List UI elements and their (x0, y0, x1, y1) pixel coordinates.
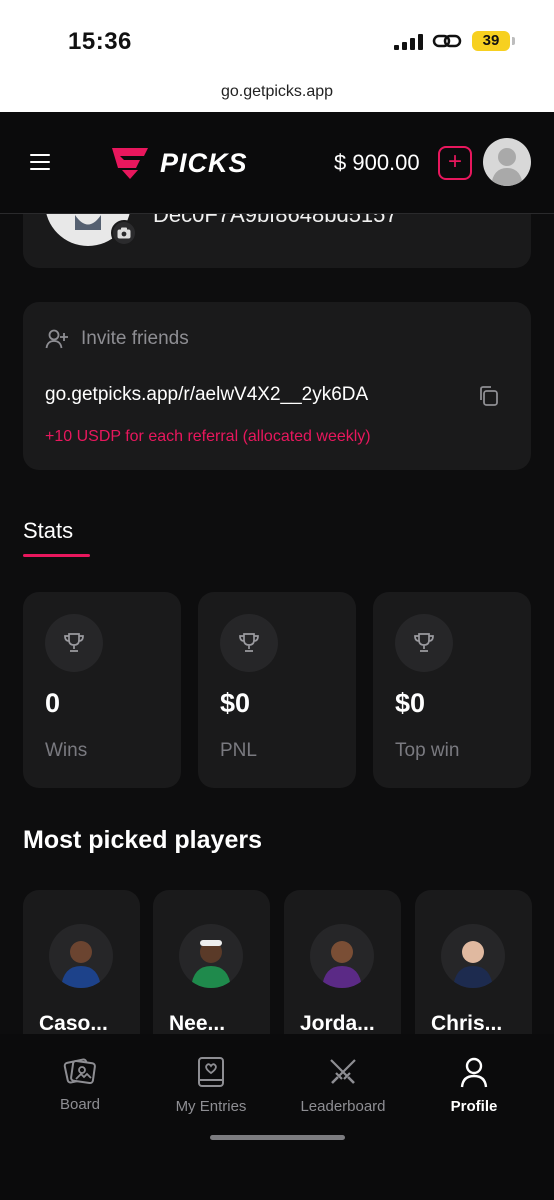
bottom-nav: Board My Entries Leaderboard Profile (0, 1034, 554, 1200)
stat-value: $0 (220, 688, 251, 718)
nav-leaderboard[interactable]: Leaderboard (283, 1056, 403, 1115)
trophy-icon (45, 614, 103, 672)
balance-amount: $ 900.00 (334, 150, 420, 175)
home-indicator (210, 1135, 345, 1140)
trophy-icon (395, 614, 453, 672)
nav-board[interactable]: Board (20, 1056, 140, 1113)
logo-mark-icon (112, 148, 148, 179)
link-icon (432, 34, 462, 48)
nav-profile-label: Profile (450, 1098, 498, 1115)
player-card[interactable]: Caso... (23, 890, 140, 1050)
player-name: Chris... (431, 1012, 503, 1035)
invite-title: Invite friends (81, 328, 189, 349)
invite-header: Invite friends (45, 328, 189, 350)
nav-my-entries[interactable]: My Entries (151, 1056, 271, 1115)
player-photo (441, 924, 505, 988)
stat-value: $0 (395, 688, 426, 718)
player-photo (179, 924, 243, 988)
add-funds-button[interactable]: + (438, 146, 472, 180)
player-card[interactable]: Chris... (415, 890, 532, 1050)
logo-text: PICKS (160, 147, 248, 178)
player-photo (310, 924, 374, 988)
player-name: Jorda... (300, 1012, 375, 1035)
nav-board-label: Board (59, 1096, 101, 1113)
stat-label: Wins (45, 740, 88, 761)
tab-stats-indicator (23, 554, 90, 557)
stat-card-top-win: $0 Top win (373, 592, 531, 788)
app-header: PICKS $ 900.00 + (0, 112, 554, 214)
player-card[interactable]: Jorda... (284, 890, 401, 1050)
battery-icon: 39 (472, 31, 515, 51)
add-user-icon (45, 329, 68, 349)
status-bar: 15:36 39 (0, 0, 554, 78)
swords-icon (330, 1059, 356, 1084)
stat-value: 0 (45, 688, 61, 718)
player-card[interactable]: Nee... (153, 890, 270, 1050)
nav-my-entries-label: My Entries (175, 1098, 247, 1115)
signal-icon (394, 34, 423, 50)
stat-label: Top win (395, 740, 460, 761)
cards-icon (63, 1058, 96, 1085)
player-photo (49, 924, 113, 988)
referral-link[interactable]: go.getpicks.app/r/aelwV4X2__2yk6DA (45, 384, 368, 406)
player-name: Nee... (169, 1012, 226, 1035)
camera-icon[interactable] (111, 220, 137, 246)
nav-leaderboard-label: Leaderboard (300, 1098, 386, 1115)
referral-note: +10 USDP for each referral (allocated we… (45, 428, 371, 445)
tab-stats[interactable]: Stats (23, 518, 73, 544)
person-icon (460, 1057, 488, 1088)
copy-icon[interactable] (477, 384, 501, 408)
status-time: 15:36 (68, 28, 132, 55)
user-silhouette-icon (491, 148, 523, 186)
url-bar[interactable]: go.getpicks.app (0, 78, 554, 112)
trophy-icon (220, 614, 278, 672)
nav-profile[interactable]: Profile (414, 1056, 534, 1115)
most-picked-title: Most picked players (23, 826, 262, 854)
stat-label: PNL (220, 740, 257, 761)
entries-icon (198, 1057, 224, 1087)
picks-logo[interactable]: PICKS (110, 146, 248, 180)
menu-icon[interactable] (30, 154, 50, 170)
player-name: Caso... (39, 1012, 108, 1035)
stat-card-pnl: $0 PNL (198, 592, 356, 788)
header-avatar[interactable] (483, 138, 531, 186)
stat-card-wins: 0 Wins (23, 592, 181, 788)
invite-card: Invite friends go.getpicks.app/r/aelwV4X… (23, 302, 531, 470)
